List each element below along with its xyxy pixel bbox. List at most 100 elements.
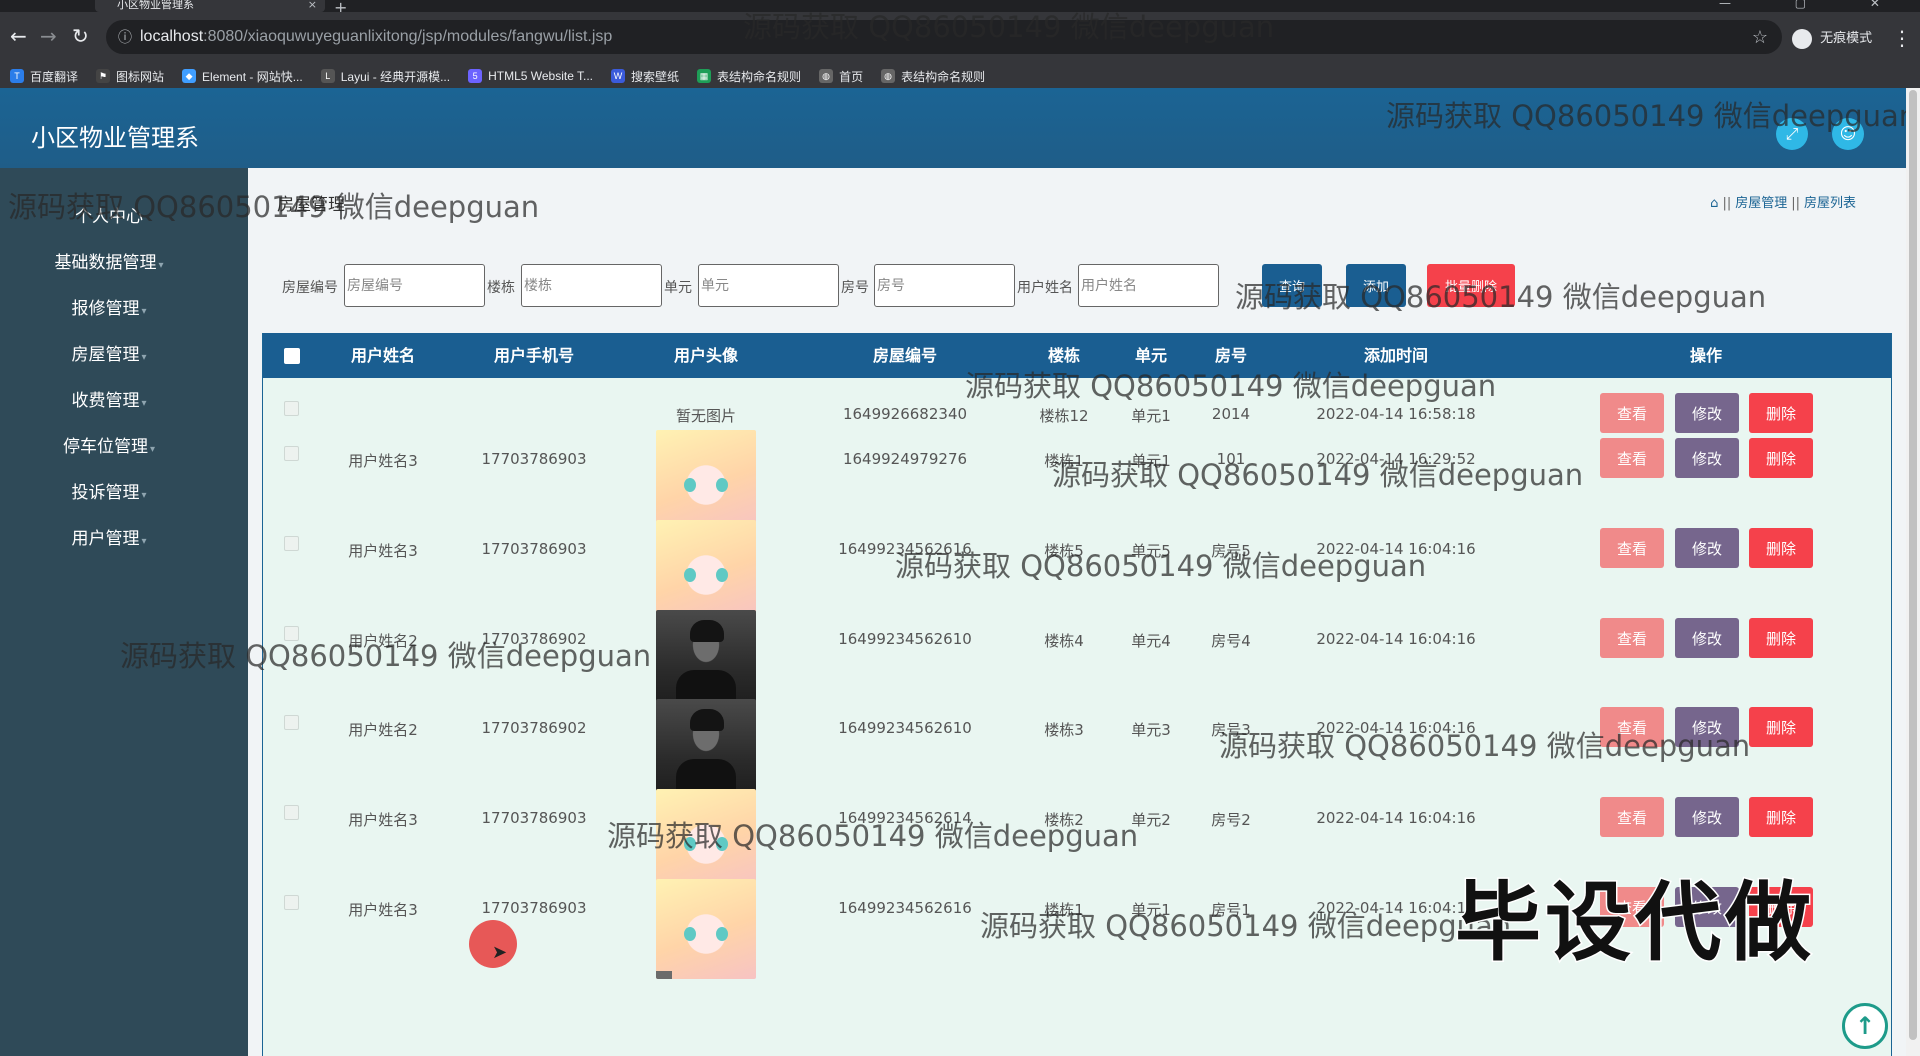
bookmark-item[interactable]: ◍ 表结构命名规则 bbox=[881, 68, 985, 85]
back-arrow-icon[interactable]: ← bbox=[10, 24, 27, 48]
sidebar-item-base-data[interactable]: 基础数据管理 ▾ bbox=[0, 248, 218, 273]
delete-button[interactable]: 删除 bbox=[1749, 438, 1813, 478]
user-icon[interactable]: ☺ bbox=[1832, 118, 1864, 150]
view-button[interactable]: 查看 bbox=[1600, 797, 1664, 837]
sidebar-item-parking[interactable]: 停车位管理 ▾ bbox=[0, 432, 218, 457]
filter-label-username: 用户姓名 bbox=[1017, 280, 1073, 296]
breadcrumb: ⌂ || 房屋管理 || 房屋列表 bbox=[1710, 196, 1856, 211]
cell-phone: 17703786903 bbox=[481, 540, 587, 558]
site-info-icon[interactable]: ⓘ bbox=[118, 20, 132, 54]
cell-unit: 单元2 bbox=[1131, 811, 1171, 829]
view-button[interactable]: 查看 bbox=[1600, 438, 1664, 478]
delete-button[interactable]: 删除 bbox=[1749, 393, 1813, 433]
bookmark-item[interactable]: W 搜索壁纸 bbox=[611, 68, 679, 85]
batch-delete-button[interactable]: 批量删除 bbox=[1427, 264, 1515, 307]
search-button[interactable]: 查询 bbox=[1262, 264, 1322, 307]
bookmark-star-icon[interactable]: ☆ bbox=[1752, 20, 1768, 54]
breadcrumb-item-house-manage[interactable]: 房屋管理 bbox=[1735, 196, 1787, 211]
row-checkbox[interactable] bbox=[284, 446, 299, 461]
promo-overlay-text: 毕设代做 bbox=[1454, 872, 1815, 975]
col-header-actions: 操作 bbox=[1689, 346, 1723, 365]
forward-arrow-icon[interactable]: → bbox=[40, 24, 57, 48]
edit-button[interactable]: 修改 bbox=[1675, 797, 1739, 837]
sidebar-item-complaint[interactable]: 投诉管理 ▾ bbox=[0, 478, 218, 503]
cell-time: 2022-04-14 16:29:52 bbox=[1316, 450, 1476, 468]
unit-input[interactable] bbox=[698, 264, 839, 307]
cell-house-no: 16499234562610 bbox=[838, 719, 972, 737]
cell-unit: 单元1 bbox=[1131, 901, 1171, 919]
col-header-phone: 用户手机号 bbox=[493, 346, 575, 365]
view-button[interactable]: 查看 bbox=[1600, 707, 1664, 747]
delete-button[interactable]: 删除 bbox=[1749, 797, 1813, 837]
browser-tab[interactable]: 小区物业管理系 × bbox=[95, 0, 325, 12]
sidebar-item-house[interactable]: 房屋管理 ▾ bbox=[0, 340, 218, 365]
row-checkbox[interactable] bbox=[284, 536, 299, 551]
row-checkbox[interactable] bbox=[284, 805, 299, 820]
incognito-profile[interactable]: 无痕模式 bbox=[1792, 28, 1872, 50]
no-image-text: 暂无图片 bbox=[675, 407, 737, 425]
scrollbar-thumb[interactable] bbox=[1909, 90, 1917, 1040]
table-header: 用户姓名 用户手机号 用户头像 房屋编号 楼栋 单元 房号 添加时间 操作 bbox=[263, 333, 1891, 378]
bookmark-label: Element - 网站快... bbox=[202, 69, 303, 84]
add-button[interactable]: 添加 bbox=[1346, 264, 1406, 307]
sidebar-item-fee[interactable]: 收费管理 ▾ bbox=[0, 386, 218, 411]
bookmark-item[interactable]: ◆ Element - 网站快... bbox=[182, 68, 303, 85]
bookmark-label: 图标网站 bbox=[116, 69, 165, 84]
delete-button[interactable]: 删除 bbox=[1749, 618, 1813, 658]
chevron-down-icon: ▾ bbox=[158, 260, 164, 271]
page-scrollbar[interactable] bbox=[1906, 88, 1920, 1056]
tab-close-icon[interactable]: × bbox=[308, 0, 317, 10]
scroll-to-top-icon[interactable]: ↑ bbox=[1842, 1003, 1888, 1049]
cell-username: 用户姓名3 bbox=[348, 901, 418, 919]
view-button[interactable]: 查看 bbox=[1600, 528, 1664, 568]
edit-button[interactable]: 修改 bbox=[1675, 528, 1739, 568]
house-no-input[interactable] bbox=[344, 264, 485, 307]
incognito-icon bbox=[1792, 28, 1812, 49]
mouse-cursor-icon: ➤ bbox=[492, 942, 508, 963]
edit-button[interactable]: 修改 bbox=[1675, 393, 1739, 433]
url-path: :8080/xiaoquwuyeguanlixitong/jsp/modules… bbox=[203, 28, 613, 45]
row-checkbox[interactable] bbox=[284, 626, 299, 641]
bookmark-item[interactable]: ◍ 首页 bbox=[819, 68, 863, 85]
bookmark-item[interactable]: ⚑ 图标网站 bbox=[96, 68, 164, 85]
username-input[interactable] bbox=[1078, 264, 1219, 307]
view-button[interactable]: 查看 bbox=[1600, 393, 1664, 433]
room-input[interactable] bbox=[874, 264, 1015, 307]
reload-icon[interactable]: ↻ bbox=[72, 24, 89, 48]
cell-building: 楼栋1 bbox=[1044, 901, 1084, 919]
edit-button[interactable]: 修改 bbox=[1675, 618, 1739, 658]
home-icon[interactable]: ⌂ bbox=[1710, 196, 1718, 211]
user-avatar bbox=[656, 430, 756, 530]
row-checkbox[interactable] bbox=[284, 715, 299, 730]
edit-button[interactable]: 修改 bbox=[1675, 707, 1739, 747]
bookmark-item[interactable]: L Layui - 经典开源模... bbox=[320, 68, 450, 85]
cell-time: 2022-04-14 16:04:16 bbox=[1316, 540, 1476, 558]
delete-button[interactable]: 删除 bbox=[1749, 707, 1813, 747]
browser-menu-icon[interactable]: ⋮ bbox=[1892, 26, 1912, 50]
delete-button[interactable]: 删除 bbox=[1749, 528, 1813, 568]
select-all-checkbox[interactable] bbox=[284, 348, 300, 364]
cell-username: 用户姓名3 bbox=[348, 452, 418, 470]
bookmark-item[interactable]: ▦ 表结构命名规则 bbox=[697, 68, 801, 85]
row-checkbox[interactable] bbox=[284, 401, 299, 416]
cell-building: 楼栋5 bbox=[1044, 542, 1084, 560]
fullscreen-icon[interactable]: ⤢ bbox=[1776, 118, 1808, 150]
bookmark-item[interactable]: 5 HTML5 Website T... bbox=[468, 69, 593, 83]
url-bar[interactable]: ⓘ localhost:8080/xiaoquwuyeguanlixitong/… bbox=[106, 20, 1782, 54]
building-input[interactable] bbox=[521, 264, 662, 307]
cell-unit: 单元4 bbox=[1131, 632, 1171, 650]
cell-house-no: 1649926682340 bbox=[842, 405, 968, 423]
bookmark-item[interactable]: T 百度翻译 bbox=[10, 68, 78, 85]
sidebar-item-repair[interactable]: 报修管理 ▾ bbox=[0, 294, 218, 319]
sidebar-item-user[interactable]: 用户管理 ▾ bbox=[0, 524, 218, 549]
cell-building: 楼栋3 bbox=[1044, 721, 1084, 739]
cell-building: 楼栋4 bbox=[1044, 632, 1084, 650]
cell-house-no: 16499234562616 bbox=[838, 540, 972, 558]
cell-phone: 17703786902 bbox=[481, 630, 587, 648]
edit-button[interactable]: 修改 bbox=[1675, 438, 1739, 478]
sidebar-item-personal-center[interactable]: 个人中心 bbox=[0, 202, 218, 227]
view-button[interactable]: 查看 bbox=[1600, 618, 1664, 658]
window-controls[interactable]: — ▢ ✕ bbox=[1719, 0, 1910, 10]
wallpaper-icon: W bbox=[611, 69, 626, 83]
row-checkbox[interactable] bbox=[284, 895, 299, 910]
